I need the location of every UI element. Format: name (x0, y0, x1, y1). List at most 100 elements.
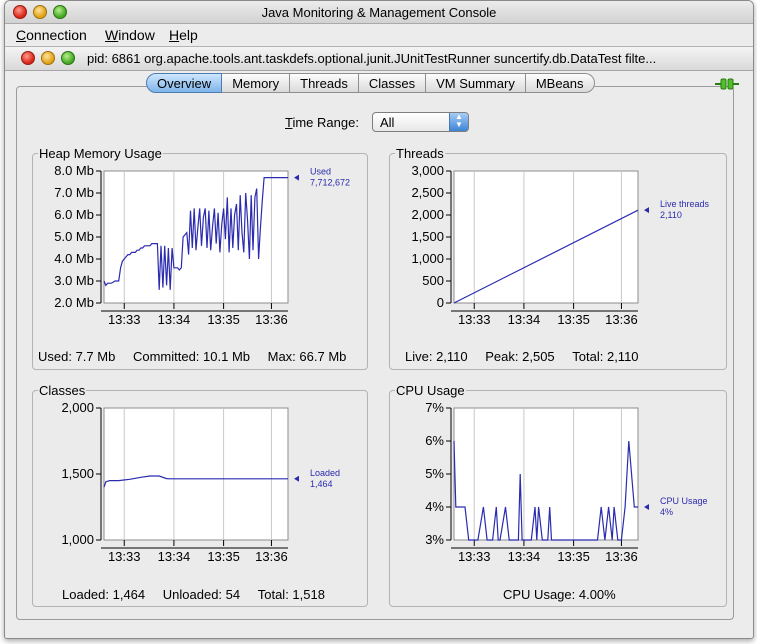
threads-chart[interactable]: 13:33 13:34 13:35 13:36 0 500 1,000 1,500 2,000 2… (389, 163, 725, 343)
internal-frame-title-bar: pid: 6861 org.apache.tools.ant.taskdefs.… (5, 46, 753, 71)
threads-stats: Live: 2,110 Peak: 2,505 Total: 2,110 (405, 349, 639, 364)
maximize-frame-button[interactable] (61, 51, 75, 65)
x-tick-label: 13:33 (108, 312, 141, 327)
y-tick-label: 2,000 (411, 207, 444, 222)
time-range-label-rest: ime Range: (292, 115, 359, 130)
y-tick-label: 7% (425, 400, 444, 415)
heap-max-stat: Max: 66.7 Mb (267, 349, 347, 364)
menu-connection-rest: onnection (26, 27, 87, 43)
y-tick-label: 6% (425, 433, 444, 448)
classes-panel-title: Classes (38, 383, 87, 398)
menu-connection-mnemonic: C (16, 27, 27, 43)
heap-memory-chart[interactable]: 13:33 13:34 13:35 13:36 2.0 Mb 3.0 Mb 4.0 Mb 5.… (32, 163, 366, 343)
y-tick-label: 4.0 Mb (54, 251, 94, 266)
threads-panel-title: Threads (395, 146, 445, 161)
time-range-select[interactable]: All ▲ ▼ (372, 112, 469, 132)
minimize-frame-button[interactable] (41, 51, 55, 65)
y-tick-label: 3.0 Mb (54, 273, 94, 288)
heap-stats: Used: 7.7 Mb Committed: 10.1 Mb Max: 66.… (38, 349, 346, 364)
menu-window-rest: indow (118, 27, 155, 43)
legend-marker-icon (644, 504, 649, 510)
time-range-value: All (380, 115, 395, 130)
x-tick-label: 13:33 (458, 312, 491, 327)
y-tick-label: 1,500 (411, 229, 444, 244)
heap-committed-stat: Committed: 10.1 Mb (132, 349, 250, 364)
x-tick-label: 13:33 (108, 549, 141, 564)
menu-window[interactable]: Window (105, 27, 155, 43)
time-range-label: Time Range: (285, 115, 359, 130)
tab-bar: Overview Memory Threads Classes VM Summa… (146, 73, 595, 93)
menu-help-rest: elp (179, 27, 198, 43)
y-tick-label: 4% (425, 499, 444, 514)
legend-name: Loaded (310, 468, 340, 478)
tab-overview[interactable]: Overview (146, 73, 223, 93)
cpu-stats: CPU Usage: 4.00% (503, 587, 616, 602)
plot-area (453, 170, 639, 304)
frame-title: pid: 6861 org.apache.tools.ant.taskdefs.… (87, 51, 657, 66)
classes-unloaded-stat: Unloaded: 54 (162, 587, 241, 602)
legend-name: Used (310, 167, 331, 177)
classes-loaded-stat: Loaded: 1,464 (62, 587, 146, 602)
legend-marker-icon (294, 475, 299, 482)
x-tick-label: 13:34 (508, 312, 541, 327)
menu-bar: Connection Window Help (5, 24, 753, 45)
title-bar: Java Monitoring & Management Console (5, 1, 753, 24)
legend-name: Live threads (660, 199, 710, 209)
menu-connection[interactable]: Connection (16, 27, 87, 43)
x-tick-label: 13:34 (158, 549, 191, 564)
y-tick-label: 3% (425, 532, 444, 547)
legend-marker-icon (294, 174, 299, 181)
y-tick-label: 5.0 Mb (54, 229, 94, 244)
legend-value: 7,712,672 (310, 178, 350, 188)
x-tick-label: 13:35 (207, 312, 240, 327)
menu-help-mnemonic: H (169, 27, 180, 43)
x-tick-label: 13:36 (255, 312, 288, 327)
y-tick-label: 1,000 (61, 532, 94, 547)
window-title: Java Monitoring & Management Console (261, 5, 497, 20)
legend-marker-icon (644, 207, 649, 214)
legend-value: 1,464 (310, 479, 333, 489)
legend-value: 2,110 (660, 210, 682, 220)
y-tick-label: 2,500 (411, 185, 444, 200)
y-tick-label: 7.0 Mb (54, 185, 94, 200)
x-tick-label: 13:34 (508, 549, 541, 564)
menu-window-mnemonic: W (105, 27, 119, 43)
tab-threads[interactable]: Threads (290, 73, 359, 93)
y-tick-label: 500 (422, 273, 444, 288)
tab-vm-summary[interactable]: VM Summary (426, 73, 526, 93)
classes-chart[interactable]: 13:33 13:34 13:35 13:36 1,000 1,500 2,000 Loade… (32, 400, 366, 580)
x-tick-label: 13:34 (158, 312, 191, 327)
x-tick-label: 13:35 (207, 549, 240, 564)
cpu-panel-title: CPU Usage (395, 383, 466, 398)
cpu-usage-chart[interactable]: 13:33 13:34 13:35 13:363%4%5%6%7%CPU Usage4… (389, 400, 725, 580)
legend-value: 4% (660, 507, 673, 517)
x-tick-label: 13:33 (458, 549, 491, 564)
plot-area (103, 407, 289, 541)
x-tick-label: 13:36 (255, 549, 288, 564)
y-tick-label: 6.0 Mb (54, 207, 94, 222)
y-tick-label: 3,000 (411, 163, 444, 178)
y-tick-label: 0 (437, 295, 444, 310)
tab-mbeans[interactable]: MBeans (525, 73, 595, 93)
y-tick-label: 1,000 (411, 251, 444, 266)
y-tick-label: 2,000 (61, 400, 94, 415)
tab-classes[interactable]: Classes (358, 73, 427, 93)
classes-stats: Loaded: 1,464 Unloaded: 54 Total: 1,518 (62, 587, 325, 602)
cpu-usage-stat: CPU Usage: 4.00% (503, 587, 616, 602)
connection-plug-icon (715, 78, 739, 90)
y-tick-label: 1,500 (61, 466, 94, 481)
heap-used-stat: Used: 7.7 Mb (38, 349, 116, 364)
legend-name: CPU Usage (660, 496, 708, 506)
select-arrows-icon: ▲ ▼ (449, 113, 468, 131)
threads-total-stat: Total: 2,110 (572, 349, 639, 364)
y-tick-label: 8.0 Mb (54, 163, 94, 178)
x-tick-label: 13:36 (605, 312, 638, 327)
close-frame-button[interactable] (21, 51, 35, 65)
x-tick-label: 13:35 (557, 312, 590, 327)
y-tick-label: 5% (425, 466, 444, 481)
menu-help[interactable]: Help (169, 27, 198, 43)
threads-peak-stat: Peak: 2,505 (485, 349, 555, 364)
heap-panel-title: Heap Memory Usage (38, 146, 163, 161)
tab-memory[interactable]: Memory (222, 73, 291, 93)
y-tick-label: 2.0 Mb (54, 295, 94, 310)
